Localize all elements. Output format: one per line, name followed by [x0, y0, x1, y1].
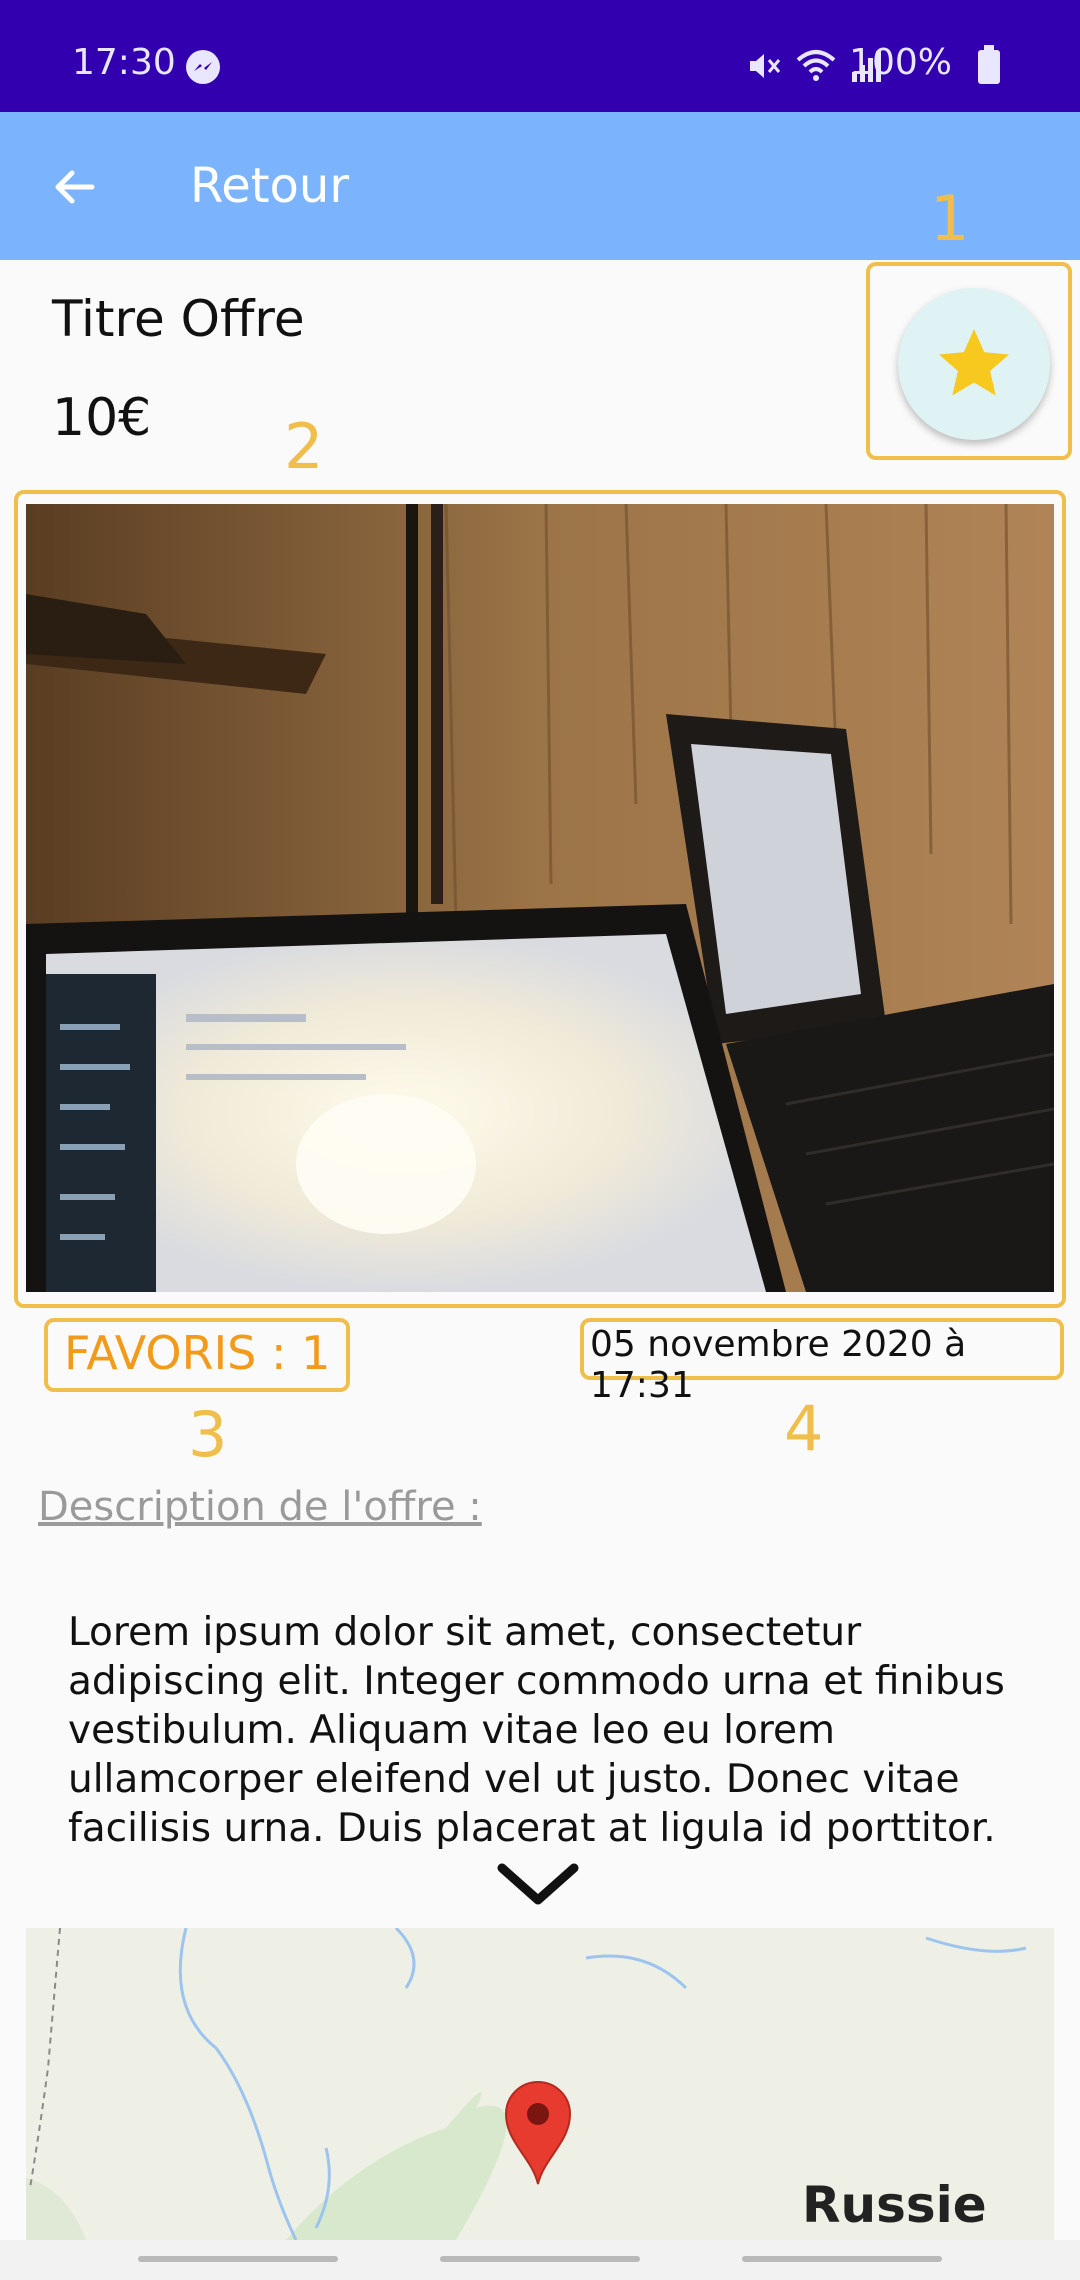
battery-percent: 100% [849, 42, 952, 83]
mute-icon [750, 54, 781, 78]
offer-date: 05 novembre 2020 à 17:31 [590, 1324, 967, 1406]
nav-recent[interactable] [138, 2256, 338, 2262]
description-label: Description de l'offre : [38, 1484, 482, 1530]
map-pin-icon[interactable] [504, 2078, 572, 2188]
back-label[interactable]: Retour [190, 158, 349, 214]
app-bar [0, 112, 1080, 260]
battery-icon [978, 45, 1000, 84]
offer-image[interactable] [26, 504, 1054, 1292]
map-label: Russie [802, 2176, 987, 2234]
annotation-number-2: 2 [284, 410, 324, 483]
chevron-down-icon[interactable] [496, 1860, 580, 1908]
nav-back[interactable] [742, 2256, 942, 2262]
offer-description: Lorem ipsum dolor sit amet, consectetur … [68, 1610, 1005, 1851]
star-icon [939, 329, 1009, 396]
arrow-left-icon[interactable] [52, 165, 96, 209]
messenger-icon [186, 50, 220, 84]
favorites-count: FAVORIS : 1 [64, 1326, 331, 1380]
offer-price: 10€ [52, 388, 152, 448]
favorite-button[interactable] [898, 288, 1050, 440]
status-time: 17:30 [72, 42, 176, 83]
offer-title: Titre Offre [52, 290, 305, 348]
annotation-number-4: 4 [784, 1392, 824, 1465]
annotation-number-3: 3 [188, 1398, 228, 1471]
wifi-icon [796, 50, 836, 81]
nav-home[interactable] [440, 2256, 640, 2262]
annotation-number-1: 1 [930, 182, 970, 255]
